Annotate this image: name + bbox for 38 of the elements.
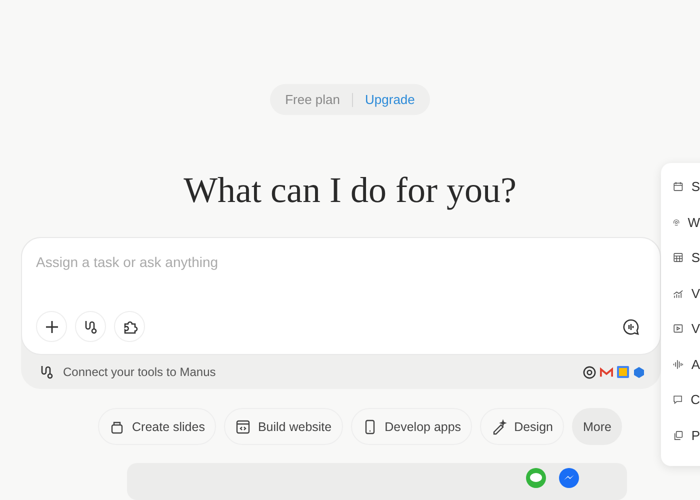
chat-icon [673,393,683,406]
voice-chat-icon [622,318,640,336]
quick-action-chip[interactable]: Create slides [98,408,216,445]
calendar-icon [673,180,684,194]
menu-item[interactable]: A [661,346,700,382]
plus-button[interactable] [36,311,67,342]
connector-icon [82,318,98,334]
messenger-icon [559,468,579,488]
chat-app-icon [526,468,546,488]
menu-item[interactable]: W [661,204,700,240]
menu-item[interactable]: S [661,169,700,204]
quick-action-chip[interactable]: Design [480,408,564,445]
plus-icon [44,318,60,334]
waveform-icon [673,358,684,371]
menu-item[interactable]: S [661,240,700,276]
quick-action-chip[interactable]: Develop apps [350,408,472,445]
code-window-icon [234,418,251,434]
more-button[interactable]: More [572,408,622,445]
puzzle-icon [122,318,138,334]
menu-item[interactable]: P [661,418,700,453]
connector-icon [39,364,55,380]
calendar-app-icon [617,366,629,378]
menu-item[interactable]: V [661,276,700,311]
puzzle-button[interactable] [114,311,145,342]
menu-item[interactable]: V [661,311,700,346]
copy-icon [673,428,684,442]
browser-icon [583,366,596,378]
page-heading: What can I do for you? [184,169,516,212]
plan-label: Free plan [285,92,340,107]
play-icon [673,322,684,336]
pen-sparkle-icon [491,418,508,434]
mail-icon [600,366,613,378]
quick-action-chip[interactable]: Build website [224,408,343,445]
task-input[interactable]: Assign a task or ask anything [36,252,646,272]
connect-tools-link[interactable]: Connect your tools to Manus [63,365,216,379]
table-icon [673,251,684,264]
menu-item[interactable]: C [661,382,700,418]
connector-button[interactable] [75,311,106,342]
